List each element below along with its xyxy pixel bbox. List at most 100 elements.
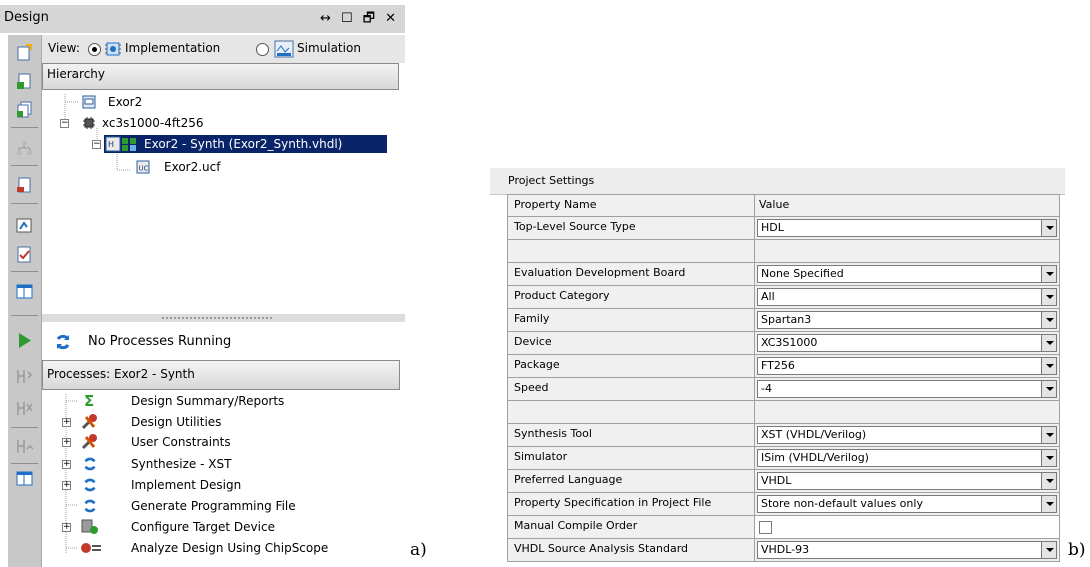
project-settings-title: Project Settings (508, 174, 595, 187)
add-source-icon[interactable] (16, 73, 33, 90)
property-value-dropdown[interactable]: -4 (757, 380, 1057, 398)
refresh-icon (56, 334, 70, 350)
dropdown-value: XC3S1000 (761, 336, 818, 349)
property-name: Evaluation Development Board (507, 263, 755, 286)
stop-icon[interactable] (16, 400, 33, 417)
property-value-dropdown[interactable]: FT256 (757, 357, 1057, 375)
implementation-option-label[interactable]: Implementation (125, 41, 220, 55)
property-row: VHDL Source Analysis Standard VHDL-93 (507, 539, 1060, 562)
tools-icon (81, 414, 97, 430)
svg-text:H: H (108, 140, 114, 149)
rerun-icon[interactable] (16, 368, 33, 385)
new-source-icon[interactable] (16, 44, 33, 61)
panel-splitter[interactable] (42, 314, 405, 322)
expand-toggle-user-constraints[interactable]: + (62, 438, 71, 447)
property-value-cell: Spartan3 (755, 309, 1060, 332)
property-value-cell: XC3S1000 (755, 332, 1060, 355)
chevron-down-icon[interactable] (1041, 450, 1056, 466)
property-value-dropdown[interactable]: XST (VHDL/Verilog) (757, 426, 1057, 444)
dropdown-value: All (761, 290, 775, 303)
chipscope-icon (81, 543, 101, 553)
tree-item-label: Exor2 - Synth (Exor2_Synth.vhdl) (144, 137, 343, 151)
process-item-label: Synthesize - XST (131, 457, 232, 471)
manual-compile-order-checkbox[interactable] (759, 521, 772, 534)
window-controls[interactable]: ↔ ☐ 🗗 ✕ (320, 9, 399, 31)
property-value-cell: XST (VHDL/Verilog) (755, 424, 1060, 447)
property-value-dropdown[interactable]: VHDL-93 (757, 541, 1057, 559)
chevron-down-icon[interactable] (1041, 266, 1056, 282)
property-value-cell: FT256 (755, 355, 1060, 378)
chevron-down-icon[interactable] (1041, 220, 1056, 236)
property-value-dropdown[interactable]: Spartan3 (757, 311, 1057, 329)
dropdown-value: None Specified (761, 267, 844, 280)
hierarchy-icon[interactable] (16, 140, 33, 157)
property-value-dropdown[interactable]: Store non-default values only (757, 495, 1057, 513)
expand-toggle-configure[interactable]: + (62, 523, 71, 532)
chevron-down-icon[interactable] (1041, 312, 1056, 328)
property-value-cell (755, 516, 1060, 539)
tree-item-label: xc3s1000-4ft256 (102, 116, 204, 130)
property-value-dropdown[interactable]: HDL (757, 219, 1057, 237)
chevron-down-icon[interactable] (1041, 289, 1056, 305)
expand-toggle-implement[interactable]: + (62, 481, 71, 490)
check-syntax-icon[interactable] (16, 246, 33, 263)
expand-toggle-design-utilities[interactable]: + (62, 418, 71, 427)
project-settings-header: Project Settings (490, 168, 1065, 195)
expand-toggle-synthesize[interactable]: + (62, 460, 71, 469)
rerun-all-icon[interactable] (16, 438, 33, 455)
property-value-cell: ISim (VHDL/Verilog) (755, 447, 1060, 470)
chevron-down-icon[interactable] (1041, 542, 1056, 558)
run-icon[interactable] (16, 332, 33, 349)
document-icon (82, 95, 96, 109)
simulation-option-label[interactable]: Simulation (297, 41, 361, 55)
remove-source-icon[interactable] (16, 177, 33, 194)
property-row: Preferred Language VHDL (507, 470, 1060, 493)
chevron-down-icon[interactable] (1041, 335, 1056, 351)
design-titlebar: Design ↔ ☐ 🗗 ✕ (0, 5, 405, 33)
tree-item-label: Exor2 (108, 95, 143, 109)
property-value-dropdown[interactable]: All (757, 288, 1057, 306)
property-value-cell (755, 240, 1060, 263)
property-value-cell: None Specified (755, 263, 1060, 286)
property-value-dropdown[interactable]: ISim (VHDL/Verilog) (757, 449, 1057, 467)
view-selector: View: Implementation Simulation (42, 35, 405, 63)
dropdown-value: VHDL-93 (761, 543, 810, 556)
toolbar-separator (11, 203, 38, 204)
property-row: Package FT256 (507, 355, 1060, 378)
process-list: + + + + + Σ Design Summary/Reports Desig… (42, 390, 405, 567)
chevron-down-icon[interactable] (1041, 473, 1056, 489)
property-row: Manual Compile Order (507, 516, 1060, 539)
panel-layout-icon[interactable] (16, 283, 33, 300)
design-properties-icon[interactable] (16, 217, 33, 234)
chevron-down-icon[interactable] (1041, 358, 1056, 374)
tree-collapse-toggle[interactable]: − (92, 140, 101, 149)
tree-collapse-toggle[interactable]: − (60, 119, 69, 128)
implementation-radio[interactable] (88, 43, 101, 56)
dropdown-value: ISim (VHDL/Verilog) (761, 451, 869, 464)
simulation-radio[interactable] (256, 43, 269, 56)
property-value-dropdown[interactable]: XC3S1000 (757, 334, 1057, 352)
property-value-cell: VHDL-93 (755, 539, 1060, 562)
property-name: Package (507, 355, 755, 378)
process-item-label: Configure Target Device (131, 520, 275, 534)
dropdown-value: -4 (761, 382, 772, 395)
hierarchy-header[interactable]: Hierarchy (42, 63, 399, 90)
processes-header[interactable]: Processes: Exor2 - Synth (42, 360, 400, 390)
process-item-label: Implement Design (131, 478, 242, 492)
property-name: Family (507, 309, 755, 332)
implementation-icon (105, 42, 121, 56)
add-copy-of-source-icon[interactable] (16, 101, 33, 118)
process-item-label: Generate Programming File (131, 499, 296, 513)
property-row: Synthesis Tool XST (VHDL/Verilog) (507, 424, 1060, 447)
property-value-dropdown[interactable]: VHDL (757, 472, 1057, 490)
panel-layout-icon[interactable] (16, 470, 33, 487)
chevron-down-icon[interactable] (1041, 381, 1056, 397)
tree-item-exor2-synth[interactable]: H Exor2 - Synth (Exor2_Synth.vhdl) (104, 135, 387, 153)
design-title: Design (4, 10, 49, 25)
chevron-down-icon[interactable] (1041, 496, 1056, 512)
chevron-down-icon[interactable] (1041, 427, 1056, 443)
property-value-cell: HDL (755, 217, 1060, 240)
property-row: Simulator ISim (VHDL/Verilog) (507, 447, 1060, 470)
property-value-dropdown[interactable]: None Specified (757, 265, 1057, 283)
toolbar-separator (11, 315, 38, 316)
